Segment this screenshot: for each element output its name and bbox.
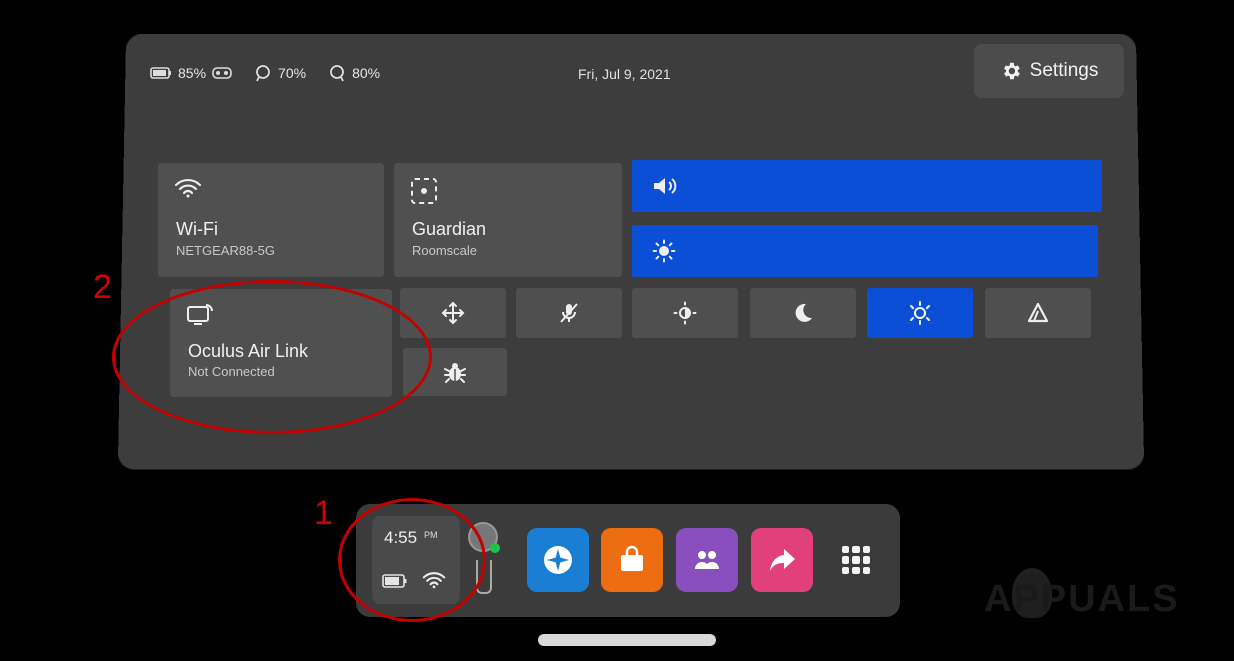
watermark: APPUALS [984, 578, 1180, 620]
left-controller-battery: 70% [254, 64, 306, 82]
status-bar: 85% 70% 80% [150, 64, 380, 82]
headset-battery: 85% [150, 65, 232, 81]
night-display-toggle[interactable] [750, 288, 856, 338]
headset-icon [212, 67, 232, 79]
moon-icon [795, 303, 812, 322]
annotation-number-2: 2 [93, 268, 112, 306]
online-status-dot [490, 543, 500, 553]
guardian-icon [411, 178, 437, 204]
app-library-icon[interactable] [842, 546, 870, 574]
move-arrows-icon [441, 301, 465, 325]
passthrough-toggle[interactable] [867, 288, 973, 338]
battery-icon [150, 67, 171, 79]
share-app[interactable] [751, 528, 813, 592]
annotation-ring-1 [338, 498, 486, 622]
brightness-icon [652, 239, 676, 263]
mic-mute-toggle[interactable] [516, 288, 622, 338]
triangle-icon [1027, 302, 1049, 323]
guardian-tile[interactable]: Guardian Roomscale [394, 163, 622, 277]
controller-right-icon [330, 65, 344, 82]
bug-icon [444, 363, 466, 383]
wifi-label: Wi-Fi [176, 219, 218, 239]
right-controller-battery: 80% [328, 64, 380, 82]
guardian-mode: Roomscale [412, 243, 478, 258]
home-indicator [538, 634, 716, 646]
guardian-label: Guardian [412, 219, 487, 239]
volume-icon [654, 178, 677, 194]
people-icon [695, 551, 719, 569]
annotation-ring-2 [112, 280, 432, 434]
share-arrow-icon [770, 549, 795, 571]
explore-app[interactable] [527, 528, 589, 592]
compass-icon [544, 546, 572, 574]
wifi-network: NETGEAR88-5G [176, 243, 275, 258]
people-app[interactable] [676, 528, 738, 592]
eye-sun-icon [910, 301, 930, 325]
date-label: Fri, Jul 9, 2021 [578, 66, 671, 82]
shopping-bag-icon [621, 545, 643, 571]
gear-icon [1003, 62, 1020, 80]
volume-slider[interactable] [632, 160, 1102, 212]
store-app[interactable] [601, 528, 663, 592]
controller-left-icon [256, 65, 270, 82]
annotation-number-1: 1 [314, 494, 333, 532]
wifi-icon [174, 178, 202, 198]
settings-button[interactable]: Settings [974, 44, 1124, 98]
sun-half-icon [673, 301, 697, 325]
brightness-slider[interactable] [632, 225, 1098, 277]
oculus-link-toggle[interactable] [985, 288, 1091, 338]
wifi-tile[interactable]: Wi-Fi NETGEAR88-5G [158, 163, 384, 277]
brightness-auto-toggle[interactable] [632, 288, 738, 338]
mic-off-icon [560, 303, 578, 323]
